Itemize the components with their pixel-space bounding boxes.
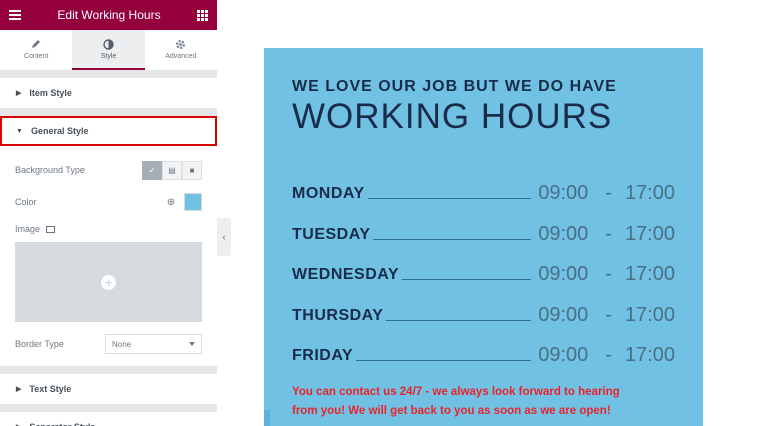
gear-icon: [175, 38, 186, 50]
section-gap: [0, 108, 217, 116]
section-text-style-label: Text Style: [29, 384, 72, 394]
caret-down-icon: ▼: [16, 127, 23, 135]
image-row: Image: [15, 218, 202, 240]
list-item: WEDNESDAY 09:00 - 17:00: [292, 248, 675, 289]
open-time: 09:00: [538, 222, 589, 245]
section-text-style[interactable]: ▶ Text Style: [0, 374, 217, 404]
contact-line-2: from you! We will get back to you as soo…: [292, 405, 611, 417]
open-time: 09:00: [538, 303, 589, 326]
close-time: 17:00: [624, 263, 675, 285]
close-time: 17:00: [624, 222, 675, 245]
half-circle-icon: [103, 38, 114, 50]
list-item: MONDAY 09:00 - 17:00: [292, 167, 675, 208]
app-root: Edit Working Hours Content Style Advance…: [0, 0, 768, 426]
plus-icon[interactable]: +: [101, 274, 116, 290]
day-name: THURSDAY: [292, 306, 384, 324]
general-style-controls: Background Type ✓ ▤ ■ Color ⊕ Image + Bo…: [0, 146, 217, 366]
section-separator-style-label: Separator Style: [29, 422, 95, 426]
day-name: TUESDAY: [292, 225, 371, 243]
time-dash: -: [605, 182, 612, 204]
day-separator-line: [356, 360, 532, 361]
collapse-panel-handle[interactable]: ‹: [217, 218, 231, 256]
image-label: Image: [15, 224, 41, 234]
contact-message: You can contact us 24/7 - we always look…: [292, 383, 675, 421]
days-list: MONDAY 09:00 - 17:00 TUESDAY 09:00 - 17:…: [292, 167, 675, 370]
tab-content-label: Content: [23, 53, 49, 60]
day-separator-line: [367, 198, 532, 199]
time-dash: -: [605, 222, 612, 245]
color-control: ⊕: [161, 193, 202, 212]
section-gap: [0, 366, 217, 374]
grid-icon[interactable]: [197, 9, 208, 21]
day-name: WEDNESDAY: [292, 266, 400, 283]
day-separator-line: [402, 279, 532, 280]
background-type-choices: ✓ ▤ ■: [142, 160, 202, 180]
list-item: FRIDAY 09:00 - 17:00: [292, 329, 675, 370]
monitor-icon[interactable]: [46, 225, 56, 233]
image-picker[interactable]: +: [15, 242, 202, 322]
day-separator-line: [386, 319, 532, 321]
border-type-value: None: [112, 339, 132, 349]
working-hours-widget[interactable]: WE LOVE OUR JOB BUT WE DO HAVE WORKING H…: [264, 48, 703, 426]
open-time: 09:00: [538, 263, 589, 285]
caret-right-icon: ▶: [16, 386, 22, 393]
color-swatch[interactable]: [184, 193, 202, 211]
section-separator-style[interactable]: ▶ Separator Style: [0, 412, 217, 426]
hamburger-icon[interactable]: [9, 10, 21, 20]
close-time: 17:00: [624, 344, 675, 366]
section-general-style-label: General Style: [30, 126, 89, 136]
border-type-label: Border Type: [15, 339, 64, 349]
widget-heading: WORKING HOURS: [292, 97, 613, 136]
list-item: TUESDAY 09:00 - 17:00: [292, 207, 675, 248]
tab-content[interactable]: Content: [0, 30, 72, 70]
chevron-left-icon: ‹: [222, 231, 226, 243]
caret-right-icon: ▶: [16, 90, 22, 97]
open-time: 09:00: [538, 344, 589, 366]
time-dash: -: [605, 303, 612, 326]
border-type-row: Border Type None: [15, 322, 202, 366]
panel-tabs: Content Style Advanced: [0, 30, 217, 70]
background-type-label: Background Type: [15, 165, 85, 175]
section-general-style[interactable]: ▼ General Style: [0, 116, 217, 146]
contact-line-1: You can contact us 24/7 - we always look…: [292, 386, 620, 398]
chevron-down-icon: [189, 342, 195, 346]
border-type-select[interactable]: None: [105, 334, 202, 354]
editor-sidebar: Edit Working Hours Content Style Advance…: [0, 0, 217, 426]
widget-eyebrow: WE LOVE OUR JOB BUT WE DO HAVE: [292, 78, 617, 95]
close-time: 17:00: [624, 303, 675, 326]
editor-topbar: Edit Working Hours: [0, 0, 217, 30]
video-icon[interactable]: ■: [182, 160, 202, 180]
day-separator-line: [373, 238, 532, 240]
section-item-style-label: Item Style: [29, 88, 72, 98]
tab-advanced[interactable]: Advanced: [145, 30, 217, 70]
open-time: 09:00: [538, 182, 589, 204]
globe-icon[interactable]: ⊕: [161, 193, 181, 212]
color-row: Color ⊕: [15, 186, 202, 218]
day-name: FRIDAY: [292, 347, 354, 364]
gradient-icon[interactable]: ▤: [162, 160, 182, 180]
list-item: THURSDAY 09:00 - 17:00: [292, 288, 675, 329]
widget-corner-marker: [264, 410, 270, 426]
pencil-icon: [31, 38, 41, 50]
time-dash: -: [605, 344, 612, 366]
time-dash: -: [605, 263, 612, 285]
section-gap: [0, 404, 217, 412]
tab-style-label: Style: [100, 53, 117, 60]
color-label: Color: [15, 197, 37, 207]
panel-title: Edit Working Hours: [57, 8, 161, 22]
tab-style[interactable]: Style: [72, 30, 145, 70]
section-gap: [0, 70, 217, 78]
section-item-style[interactable]: ▶ Item Style: [0, 78, 217, 108]
close-time: 17:00: [624, 182, 675, 204]
day-name: MONDAY: [292, 185, 365, 202]
background-type-row: Background Type ✓ ▤ ■: [15, 154, 202, 186]
tab-advanced-label: Advanced: [165, 53, 197, 60]
brush-icon[interactable]: ✓: [142, 160, 162, 180]
